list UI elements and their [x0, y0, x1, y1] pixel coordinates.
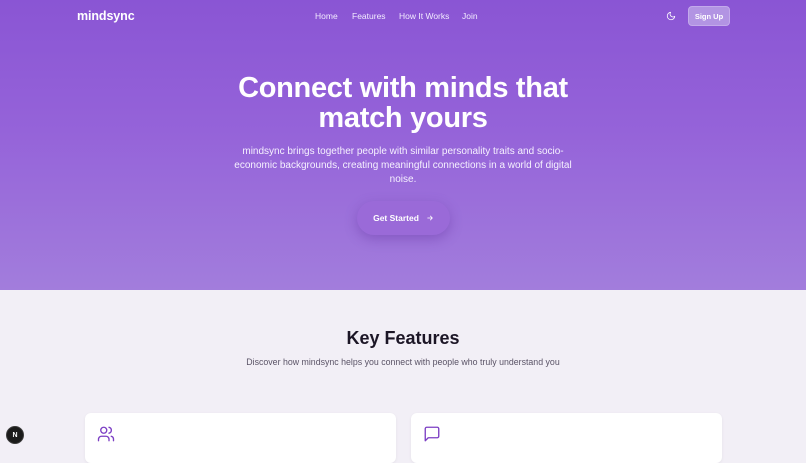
nav-link-features[interactable]: Features: [352, 11, 386, 21]
features-section: Key Features Discover how mindsync helps…: [0, 290, 806, 463]
arrow-right-icon: [427, 215, 433, 221]
message-square-icon: [424, 426, 440, 442]
users-icon: [97, 426, 115, 442]
nav-link-home[interactable]: Home: [315, 11, 338, 21]
features-subtitle: Discover how mindsync helps you connect …: [246, 357, 560, 367]
feature-card: [411, 413, 722, 463]
top-nav: mindsync Home Features How It Works Join…: [0, 0, 806, 33]
get-started-label: Get Started: [373, 213, 419, 223]
features-title: Key Features: [346, 328, 460, 348]
devtools-badge[interactable]: N: [6, 426, 24, 444]
hero-subtext: mindsync brings together people with sim…: [234, 146, 572, 185]
feature-card: [85, 413, 396, 463]
hero-headline-line-2: match yours: [318, 102, 488, 134]
hero-headline: Connect with minds that match yours: [200, 73, 606, 133]
nav-link-join[interactable]: Join: [462, 11, 478, 21]
logo[interactable]: mindsync: [77, 9, 135, 23]
moon-icon[interactable]: [666, 11, 676, 21]
nav-link-how-it-works[interactable]: How It Works: [399, 11, 449, 21]
sign-up-button[interactable]: Sign Up: [688, 6, 730, 26]
get-started-button[interactable]: Get Started: [357, 201, 450, 235]
hero-section: mindsync Home Features How It Works Join…: [0, 0, 806, 290]
hero-headline-line-1: Connect with minds that: [238, 72, 568, 104]
